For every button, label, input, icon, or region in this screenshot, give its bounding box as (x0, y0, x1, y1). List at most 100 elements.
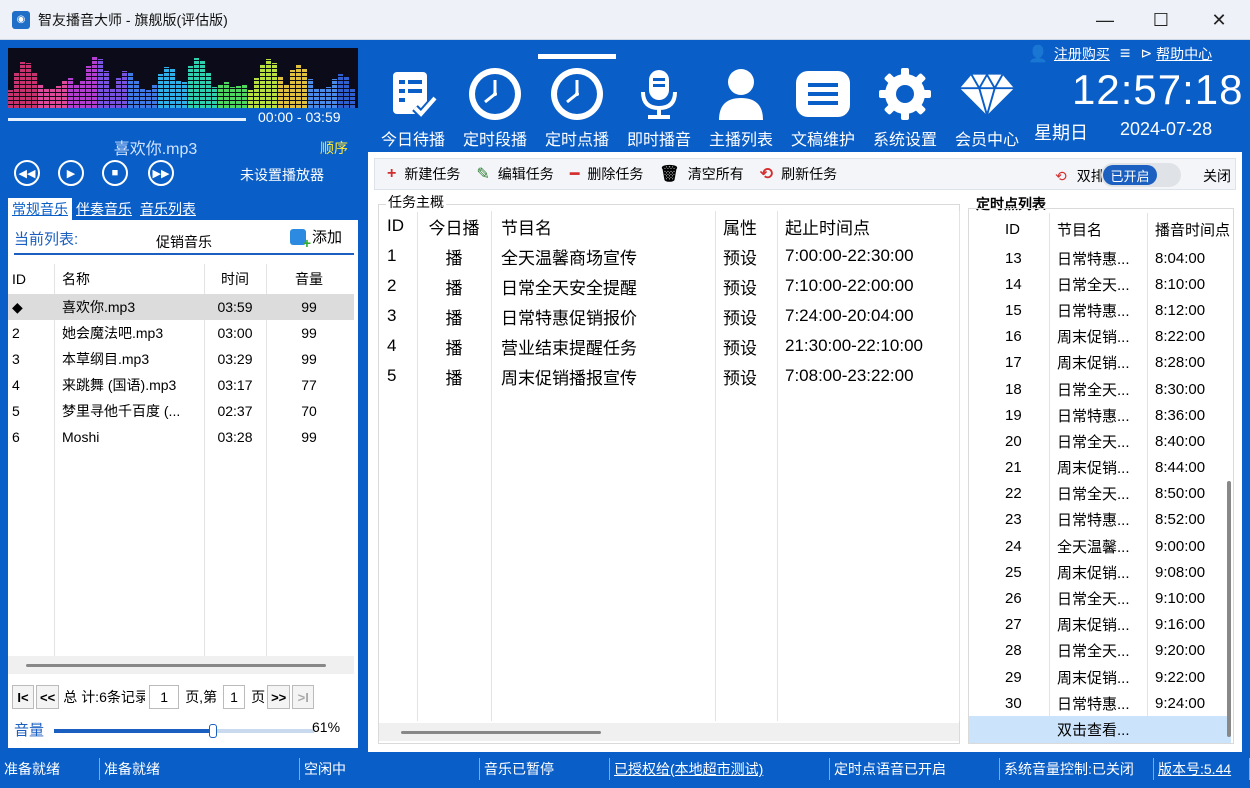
table-row[interactable]: 19 日常特惠... 8:36:00 (969, 402, 1231, 428)
last-page-button[interactable]: >I (292, 685, 315, 709)
header-id[interactable]: ID (8, 264, 54, 294)
table-row[interactable]: 1 播 全天温馨商场宣传 预设 7:00:00-22:30:00 (379, 241, 959, 271)
table-row[interactable]: 5 梦里寻他千百度 (... 02:37 70 (8, 398, 354, 424)
table-row[interactable]: 17 周末促销... 8:28:00 (969, 350, 1231, 376)
table-row[interactable]: 23 日常特惠... 8:52:00 (969, 507, 1231, 533)
view-more-row[interactable]: 双击查看... (969, 716, 1231, 743)
table-row[interactable]: 30 日常特惠... 9:24:00 (969, 690, 1231, 716)
header-today[interactable]: 今日播 (417, 211, 491, 241)
table-row[interactable]: 20 日常全天... 8:40:00 (969, 428, 1231, 454)
next-page-button[interactable]: >> (267, 685, 291, 709)
table-row[interactable]: 16 周末促销... 8:22:00 (969, 324, 1231, 350)
dual-mode[interactable]: ⟲ 双排 (1055, 166, 1105, 186)
table-row[interactable]: 26 日常全天... 9:10:00 (969, 585, 1231, 611)
table-row[interactable]: ◆ 喜欢你.mp3 03:59 99 (8, 294, 354, 320)
clear-all-button[interactable]: 🗑 清空所有 (659, 164, 743, 184)
nav-today-schedule[interactable]: 今日待播 (372, 54, 454, 150)
cell-program: 营业结束提醒任务 (501, 338, 637, 358)
volume-handle[interactable] (208, 724, 217, 738)
table-row[interactable]: 28 日常全天... 9:20:00 (969, 638, 1231, 664)
nav-instant-broadcast[interactable]: 即时播音 (618, 54, 700, 150)
add-music-button[interactable]: 添加 (290, 226, 342, 251)
nav-member-center[interactable]: 会员中心 (946, 54, 1028, 150)
table-row[interactable]: 2 她会魔法吧.mp3 03:00 99 (8, 320, 354, 346)
header-id[interactable]: ID (999, 213, 1049, 245)
scroll-thumb[interactable] (26, 664, 326, 667)
nav-system-settings[interactable]: 系统设置 (864, 54, 946, 150)
playback-progress[interactable] (8, 118, 246, 121)
player-status[interactable]: 未设置播放器 (240, 165, 324, 185)
close-button[interactable]: ✕ (1190, 0, 1248, 40)
cell-program: 日常全天... (1057, 486, 1130, 504)
nav-timed-play[interactable]: 定时点播 (536, 54, 618, 150)
volume-slider[interactable] (54, 724, 314, 738)
table-row[interactable]: 3 本草纲目.mp3 03:29 99 (8, 346, 354, 372)
cell-today: 播 (445, 368, 463, 388)
cell-time: 9:10:00 (1155, 590, 1206, 608)
toggle-off-label[interactable]: 关闭 (1203, 166, 1231, 186)
table-row[interactable]: 4 来跳舞 (国语).mp3 03:17 77 (8, 372, 354, 398)
header-attr[interactable]: 属性 (715, 211, 777, 241)
table-row[interactable]: 2 播 日常全天安全提醒 预设 7:10:00-22:00:00 (379, 271, 959, 301)
delete-task-button[interactable]: ━ 删除任务 (570, 164, 644, 184)
spectrum-bar (314, 88, 319, 108)
help-link[interactable]: 帮助中心 (1156, 44, 1212, 64)
table-row[interactable]: 14 日常全天... 8:10:00 (969, 271, 1231, 297)
music-horizontal-scrollbar[interactable] (8, 656, 354, 674)
header-program[interactable]: 节目名 (1049, 213, 1147, 245)
table-row[interactable]: 4 播 营业结束提醒任务 预设 21:30:00-22:10:00 (379, 331, 959, 361)
edit-task-button[interactable]: ✎ 编辑任务 (476, 164, 553, 184)
status-cell[interactable]: 版本号:5.44 (1154, 758, 1250, 780)
table-row[interactable]: 18 日常全天... 8:30:00 (969, 376, 1231, 402)
first-page-button[interactable]: I< (12, 685, 34, 709)
header-id[interactable]: ID (379, 211, 417, 241)
prev-button[interactable]: ◀◀ (14, 160, 40, 186)
timer-vertical-scrollbar[interactable] (1227, 481, 1231, 737)
current-list-name[interactable]: 促销音乐 (156, 232, 212, 252)
minimize-button[interactable]: — (1076, 0, 1134, 40)
tab-accompaniment[interactable]: 伴奏音乐 (72, 198, 136, 220)
new-task-button[interactable]: + 新建任务 (387, 164, 460, 184)
cell-id: 14 (1005, 275, 1022, 293)
task-horizontal-scrollbar[interactable] (379, 723, 959, 741)
table-row[interactable]: 13 日常特惠... 8:04:00 (969, 245, 1231, 271)
current-page-input[interactable]: 1 (223, 685, 246, 709)
header-range[interactable]: 起止时间点 (777, 211, 959, 241)
table-row[interactable]: 29 周末促销... 9:22:00 (969, 664, 1231, 690)
play-button[interactable]: ▶ (58, 160, 84, 186)
header-time[interactable]: 时间 (204, 264, 266, 294)
play-order-mode[interactable]: 顺序 (320, 138, 348, 158)
header-volume[interactable]: 音量 (266, 264, 352, 294)
tab-regular-music[interactable]: 常规音乐 (8, 198, 72, 220)
maximize-button[interactable]: ☐ (1132, 0, 1190, 40)
nav-anchor-list[interactable]: 主播列表 (700, 54, 782, 150)
table-row[interactable]: 22 日常全天... 8:50:00 (969, 481, 1231, 507)
nav-document-maintenance[interactable]: 文稿维护 (782, 54, 864, 150)
dual-toggle[interactable]: 已开启 (1101, 163, 1181, 187)
spectrum-bar (200, 61, 205, 108)
document-icon (794, 66, 852, 122)
table-row[interactable]: 15 日常特惠... 8:12:00 (969, 297, 1231, 323)
next-button[interactable]: ▶▶ (148, 160, 174, 186)
table-row[interactable]: 5 播 周末促销播报宣传 预设 7:08:00-23:22:00 (379, 361, 959, 391)
table-row[interactable]: 25 周末促销... 9:08:00 (969, 559, 1231, 585)
spectrum-bar (272, 63, 277, 108)
cell-id: 3 (12, 351, 20, 367)
header-name[interactable]: 名称 (54, 264, 204, 294)
register-link[interactable]: 注册购买 (1054, 44, 1110, 64)
tab-music-list[interactable]: 音乐列表 (136, 198, 200, 220)
table-row[interactable]: 3 播 日常特惠促销报价 预设 7:24:00-20:04:00 (379, 301, 959, 331)
table-row[interactable]: 27 周末促销... 9:16:00 (969, 612, 1231, 638)
refresh-task-button[interactable]: ⟲ 刷新任务 (760, 164, 837, 184)
table-row[interactable]: 24 全天温馨... 9:00:00 (969, 533, 1231, 559)
stop-button[interactable]: ■ (102, 160, 128, 186)
header-program[interactable]: 节目名 (491, 211, 715, 241)
scroll-thumb[interactable] (401, 731, 601, 734)
table-row[interactable]: 21 周末促销... 8:44:00 (969, 455, 1231, 481)
nav-period-play[interactable]: 定时段播 (454, 54, 536, 150)
status-cell[interactable]: 已授权给(本地超市测试) (610, 758, 830, 780)
menu-icon[interactable]: ≡ (1120, 43, 1131, 64)
table-row[interactable]: 6 Moshi 03:28 99 (8, 424, 354, 450)
header-time[interactable]: 播音时间点 (1147, 213, 1231, 245)
prev-page-button[interactable]: << (36, 685, 60, 709)
